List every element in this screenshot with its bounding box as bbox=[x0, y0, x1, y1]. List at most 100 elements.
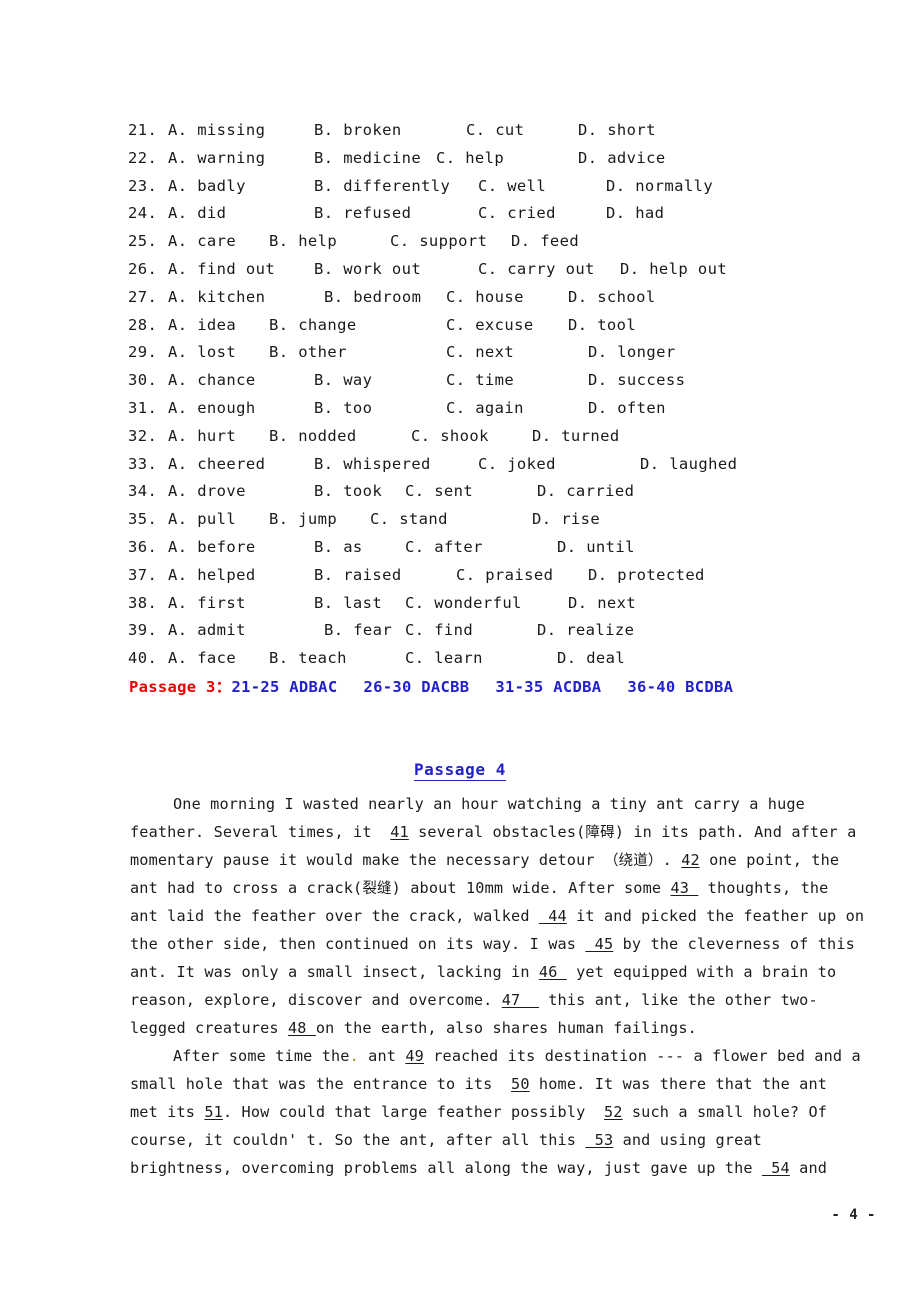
cloze-option[interactable]: D. until bbox=[557, 533, 635, 561]
cloze-option[interactable]: D. tool bbox=[568, 311, 636, 339]
cloze-blank[interactable]: 47 bbox=[502, 991, 539, 1009]
cloze-option[interactable]: B. way bbox=[314, 366, 372, 394]
cloze-option[interactable]: B. work out bbox=[314, 255, 421, 283]
cloze-option[interactable]: A. did bbox=[168, 199, 226, 227]
cloze-option[interactable]: D. often bbox=[588, 394, 666, 422]
cloze-option[interactable]: A. first bbox=[168, 589, 246, 617]
cloze-option[interactable]: A. find out bbox=[168, 255, 275, 283]
cloze-option[interactable]: C. time bbox=[446, 366, 514, 394]
cloze-blank[interactable]: 53 bbox=[585, 1131, 613, 1149]
cloze-blank[interactable]: 51 bbox=[204, 1103, 223, 1121]
cloze-option[interactable]: D. advice bbox=[578, 144, 666, 172]
cloze-option[interactable]: A. lost bbox=[168, 338, 236, 366]
cloze-option[interactable]: A. pull bbox=[168, 505, 236, 533]
passage-line: ant laid the feather over the crack, wal… bbox=[130, 902, 900, 930]
cloze-option[interactable]: A. badly bbox=[168, 172, 246, 200]
cloze-option[interactable]: D. turned bbox=[532, 422, 620, 450]
cloze-blank[interactable]: 50 bbox=[511, 1075, 530, 1093]
cloze-option[interactable]: A. before bbox=[168, 533, 256, 561]
cloze-option[interactable]: B. medicine bbox=[314, 144, 421, 172]
passage-text: . bbox=[662, 851, 682, 869]
cloze-option[interactable]: C. praised bbox=[456, 561, 553, 589]
cloze-option[interactable]: B. fear bbox=[324, 616, 392, 644]
cloze-option[interactable]: D. normally bbox=[606, 172, 713, 200]
cloze-blank[interactable]: 45 bbox=[585, 935, 613, 953]
cloze-option[interactable]: A. idea bbox=[168, 311, 236, 339]
cloze-option[interactable]: B. teach bbox=[269, 644, 347, 672]
cloze-option[interactable]: C. carry out bbox=[478, 255, 595, 283]
cloze-option[interactable]: B. bedroom bbox=[324, 283, 421, 311]
cloze-option[interactable]: B. refused bbox=[314, 199, 411, 227]
cloze-option[interactable]: C. after bbox=[405, 533, 483, 561]
cloze-option[interactable]: D. protected bbox=[588, 561, 705, 589]
cloze-option[interactable]: D. help out bbox=[620, 255, 727, 283]
cloze-option[interactable]: A. drove bbox=[168, 477, 246, 505]
cloze-option[interactable]: B. change bbox=[269, 311, 357, 339]
cloze-option[interactable]: B. last bbox=[314, 589, 382, 617]
cloze-option[interactable]: C. excuse bbox=[446, 311, 534, 339]
cloze-option[interactable]: C. next bbox=[446, 338, 514, 366]
cloze-option[interactable]: B. differently bbox=[314, 172, 450, 200]
cloze-blank[interactable]: 49 bbox=[405, 1047, 424, 1065]
cloze-option[interactable]: A. cheered bbox=[168, 450, 265, 478]
cloze-option[interactable]: C. shook bbox=[411, 422, 489, 450]
cloze-option[interactable]: C. sent bbox=[405, 477, 473, 505]
cloze-option[interactable]: D. feed bbox=[511, 227, 579, 255]
answer-key-group: 21-25 ADBAC bbox=[231, 678, 338, 696]
cloze-blank[interactable]: 41 bbox=[390, 823, 409, 841]
cloze-option[interactable]: A. chance bbox=[168, 366, 256, 394]
cloze-blank[interactable]: 46 bbox=[539, 963, 567, 981]
passage-text: ant had to cross a crack( bbox=[130, 879, 363, 897]
passage-text: thoughts, the bbox=[698, 879, 829, 897]
cloze-option[interactable]: D. rise bbox=[532, 505, 600, 533]
cloze-option[interactable]: B. other bbox=[269, 338, 347, 366]
cloze-option[interactable]: A. face bbox=[168, 644, 236, 672]
cloze-option[interactable]: A. warning bbox=[168, 144, 265, 172]
cloze-option[interactable]: B. nodded bbox=[269, 422, 357, 450]
cloze-option[interactable]: D. had bbox=[606, 199, 664, 227]
cloze-option[interactable]: C. find bbox=[405, 616, 473, 644]
cloze-option[interactable]: C. cut bbox=[466, 116, 524, 144]
cloze-blank[interactable]: 52 bbox=[604, 1103, 623, 1121]
cloze-option[interactable]: C. support bbox=[390, 227, 487, 255]
cloze-option[interactable]: D. longer bbox=[588, 338, 676, 366]
passage-text: such a small hole? Of bbox=[622, 1103, 828, 1121]
cloze-option[interactable]: B. whispered bbox=[314, 450, 431, 478]
cloze-option[interactable]: C. wonderful bbox=[405, 589, 522, 617]
cloze-blank[interactable]: 44 bbox=[539, 907, 567, 925]
cloze-option[interactable]: A. missing bbox=[168, 116, 265, 144]
cloze-option[interactable]: A. care bbox=[168, 227, 236, 255]
cloze-option[interactable]: C. joked bbox=[478, 450, 556, 478]
cloze-option[interactable]: B. as bbox=[314, 533, 363, 561]
cloze-option[interactable]: C. cried bbox=[478, 199, 556, 227]
cloze-option[interactable]: C. stand bbox=[370, 505, 448, 533]
cloze-option[interactable]: D. next bbox=[568, 589, 636, 617]
cloze-option[interactable]: B. jump bbox=[269, 505, 337, 533]
cloze-option[interactable]: B. raised bbox=[314, 561, 402, 589]
cloze-option[interactable]: B. took bbox=[314, 477, 382, 505]
cloze-blank[interactable]: 54 bbox=[762, 1159, 790, 1177]
cloze-option[interactable]: D. school bbox=[568, 283, 656, 311]
cloze-option[interactable]: D. carried bbox=[537, 477, 634, 505]
cloze-option[interactable]: C. house bbox=[446, 283, 524, 311]
cloze-option[interactable]: D. deal bbox=[557, 644, 625, 672]
cloze-option[interactable]: A. helped bbox=[168, 561, 256, 589]
cloze-option[interactable]: C. well bbox=[478, 172, 546, 200]
cloze-blank[interactable]: 42 bbox=[681, 851, 700, 869]
cloze-option[interactable]: A. admit bbox=[168, 616, 246, 644]
cloze-blank[interactable]: 43 bbox=[670, 879, 698, 897]
cloze-option[interactable]: B. help bbox=[269, 227, 337, 255]
cloze-option[interactable]: D. laughed bbox=[640, 450, 737, 478]
cloze-option[interactable]: C. again bbox=[446, 394, 524, 422]
cloze-option[interactable]: D. success bbox=[588, 366, 685, 394]
cloze-option[interactable]: A. hurt bbox=[168, 422, 236, 450]
cloze-option[interactable]: B. too bbox=[314, 394, 372, 422]
cloze-option[interactable]: D. realize bbox=[537, 616, 634, 644]
cloze-option[interactable]: C. help bbox=[436, 144, 504, 172]
cloze-option[interactable]: A. enough bbox=[168, 394, 256, 422]
cloze-option[interactable]: C. learn bbox=[405, 644, 483, 672]
cloze-option[interactable]: D. short bbox=[578, 116, 656, 144]
cloze-option[interactable]: B. broken bbox=[314, 116, 402, 144]
cloze-blank[interactable]: 48 bbox=[288, 1019, 316, 1037]
cloze-option[interactable]: A. kitchen bbox=[168, 283, 265, 311]
